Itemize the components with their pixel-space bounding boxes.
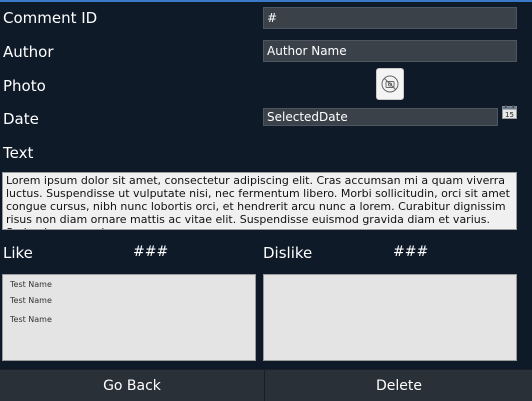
like-label: Like xyxy=(3,244,33,262)
list-item[interactable]: Test Name xyxy=(10,315,52,325)
window-accent-line xyxy=(0,0,532,2)
date-label: Date xyxy=(3,110,39,128)
photo-label: Photo xyxy=(3,77,46,95)
date-field[interactable]: SelectedDate xyxy=(263,108,498,126)
dislike-label: Dislike xyxy=(263,244,313,262)
like-list[interactable]: Test Name Test Name Test Name xyxy=(2,274,256,361)
comment-text-area[interactable]: Lorem ipsum dolor sit amet, consectetur … xyxy=(2,172,517,230)
button-bar: Go Back Delete xyxy=(0,369,532,401)
dislike-count: ### xyxy=(393,244,429,260)
photo-thumbnail[interactable] xyxy=(376,68,404,100)
like-count: ### xyxy=(133,244,169,260)
list-item[interactable]: Test Name xyxy=(10,296,52,306)
calendar-day-number: 15 xyxy=(505,111,514,119)
list-item[interactable]: Test Name xyxy=(10,280,52,290)
delete-button[interactable]: Delete xyxy=(266,370,532,401)
text-label: Text xyxy=(3,144,34,162)
comment-id-field[interactable]: # xyxy=(263,7,517,29)
go-back-button[interactable]: Go Back xyxy=(0,370,265,401)
author-field[interactable]: Author Name xyxy=(263,40,517,62)
author-label: Author xyxy=(3,43,54,61)
calendar-button[interactable]: 15 xyxy=(502,104,517,119)
calendar-icon: 15 xyxy=(502,105,517,119)
comment-id-label: Comment ID xyxy=(3,9,98,27)
no-photo-icon xyxy=(381,75,399,93)
dislike-list[interactable] xyxy=(263,274,517,361)
